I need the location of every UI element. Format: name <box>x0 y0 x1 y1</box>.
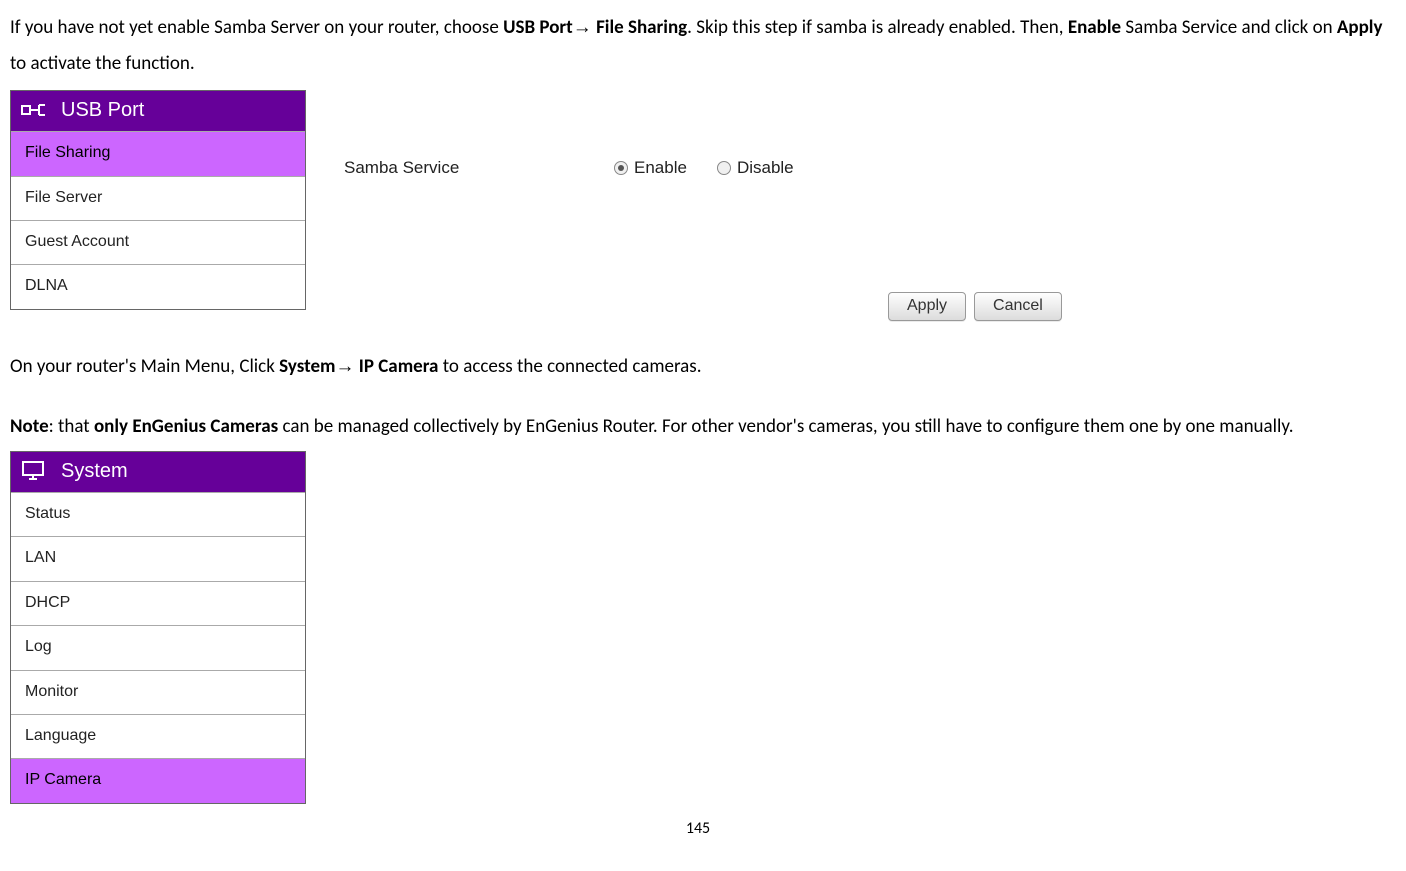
system-menu-item-ip-camera[interactable]: IP Camera <box>11 758 305 802</box>
apply-cancel-bar: Apply Cancel <box>888 292 1386 321</box>
cancel-button[interactable]: Cancel <box>974 292 1062 321</box>
usb-menu-item-file-server[interactable]: File Server <box>11 176 305 220</box>
usb-menu-item-guest-account[interactable]: Guest Account <box>11 220 305 264</box>
system-menu-item-language[interactable]: Language <box>11 714 305 758</box>
samba-enable-radio[interactable] <box>614 161 628 175</box>
usb-menu-item-dlna[interactable]: DLNA <box>11 264 305 308</box>
usb-port-menu-header: USB Port <box>11 91 305 131</box>
paragraph-ipcamera-instructions: On your router's Main Menu, Click System… <box>10 349 1386 385</box>
system-menu-item-dhcp[interactable]: DHCP <box>11 581 305 625</box>
system-menu-title: System <box>61 452 128 490</box>
system-menu: System Status LAN DHCP Log Monitor Langu… <box>10 451 306 804</box>
usb-plug-icon <box>21 98 47 122</box>
samba-disable-radio[interactable] <box>717 161 731 175</box>
monitor-icon <box>21 459 47 483</box>
usb-menu-item-file-sharing[interactable]: File Sharing <box>11 131 305 175</box>
paragraph-samba-instructions: If you have not yet enable Samba Server … <box>10 10 1386 82</box>
page-number: 145 <box>10 814 1386 844</box>
system-menu-item-log[interactable]: Log <box>11 625 305 669</box>
usb-port-menu-title: USB Port <box>61 91 144 129</box>
samba-enable-label: Enable <box>634 152 687 184</box>
paragraph-note: Note: that only EnGenius Cameras can be … <box>10 409 1386 445</box>
system-menu-item-lan[interactable]: LAN <box>11 536 305 580</box>
apply-button[interactable]: Apply <box>888 292 966 321</box>
system-menu-item-status[interactable]: Status <box>11 492 305 536</box>
samba-disable-label: Disable <box>737 152 794 184</box>
samba-service-label: Samba Service <box>344 152 614 184</box>
samba-service-row: Samba Service Enable Disable <box>344 90 1386 184</box>
system-menu-item-monitor[interactable]: Monitor <box>11 670 305 714</box>
system-menu-header: System <box>11 452 305 492</box>
usb-port-menu: USB Port File Sharing File Server Guest … <box>10 90 306 310</box>
